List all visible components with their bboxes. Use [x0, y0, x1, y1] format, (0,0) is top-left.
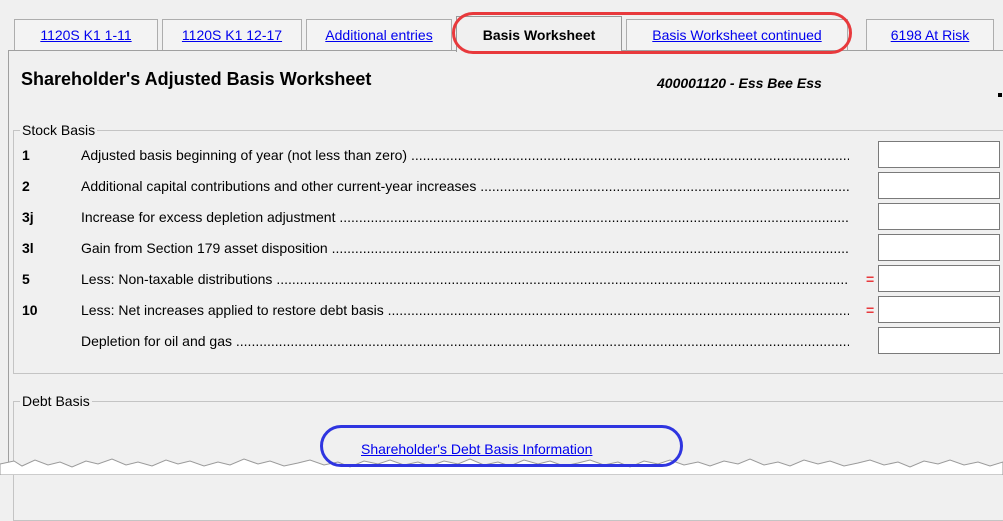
line-number: 5 — [22, 271, 30, 287]
non-taxable-distributions-input[interactable] — [878, 265, 1000, 292]
line-label: Less: Non-taxable distributions — [81, 271, 849, 287]
line-label: Depletion for oil and gas — [81, 333, 849, 349]
section-179-gain-input[interactable] — [878, 234, 1000, 261]
stock-basis-row: 5 Less: Non-taxable distributions = — [9, 263, 1003, 294]
adjusted-basis-beginning-input[interactable] — [878, 141, 1000, 168]
tab-1120s-k1-1-11[interactable]: 1120S K1 1-11 — [14, 19, 158, 50]
entity-name: 400001120 - Ess Bee Ess — [657, 75, 822, 91]
line-number: 2 — [22, 178, 30, 194]
tab-basis-worksheet-continued[interactable]: Basis Worksheet continued — [626, 19, 848, 50]
tab-6198-at-risk[interactable]: 6198 At Risk — [866, 19, 994, 50]
line-number: 3j — [22, 209, 34, 225]
line-number: 1 — [22, 147, 30, 163]
line-number: 3l — [22, 240, 34, 256]
stock-basis-legend: Stock Basis — [20, 122, 98, 138]
line-label: Additional capital contributions and oth… — [81, 178, 849, 194]
excess-depletion-adjustment-input[interactable] — [878, 203, 1000, 230]
override-marker: = — [866, 302, 875, 318]
tab-1120s-k1-12-17[interactable]: 1120S K1 12-17 — [162, 19, 302, 50]
worksheet-panel: Shareholder's Adjusted Basis Worksheet 4… — [8, 51, 1003, 521]
stock-basis-row: 3l Gain from Section 179 asset dispositi… — [9, 232, 1003, 263]
override-marker: = — [866, 271, 875, 287]
stock-basis-row: 2 Additional capital contributions and o… — [9, 170, 1003, 201]
stock-basis-row: 3j Increase for excess depletion adjustm… — [9, 201, 1003, 232]
tab-strip: 1120S K1 1-11 1120S K1 12-17 Additional … — [0, 0, 1003, 52]
scroll-marker — [998, 93, 1002, 97]
stock-basis-row: 10 Less: Net increases applied to restor… — [9, 294, 1003, 325]
line-label: Adjusted basis beginning of year (not le… — [81, 147, 849, 163]
tab-additional-entries[interactable]: Additional entries — [306, 19, 452, 50]
line-label: Increase for excess depletion adjustment — [81, 209, 849, 225]
line-label: Gain from Section 179 asset disposition — [81, 240, 849, 256]
tab-basis-worksheet[interactable]: Basis Worksheet — [456, 16, 622, 52]
torn-edge-decoration — [0, 458, 1003, 475]
line-number: 10 — [22, 302, 38, 318]
debt-basis-legend: Debt Basis — [20, 393, 92, 409]
stock-basis-row: 1 Adjusted basis beginning of year (not … — [9, 139, 1003, 170]
stock-basis-row: Depletion for oil and gas — [9, 325, 1003, 356]
restore-debt-basis-input[interactable] — [878, 296, 1000, 323]
page-title: Shareholder's Adjusted Basis Worksheet — [21, 69, 372, 89]
depletion-oil-gas-input[interactable] — [878, 327, 1000, 354]
additional-capital-contributions-input[interactable] — [878, 172, 1000, 199]
line-label: Less: Net increases applied to restore d… — [81, 302, 849, 318]
